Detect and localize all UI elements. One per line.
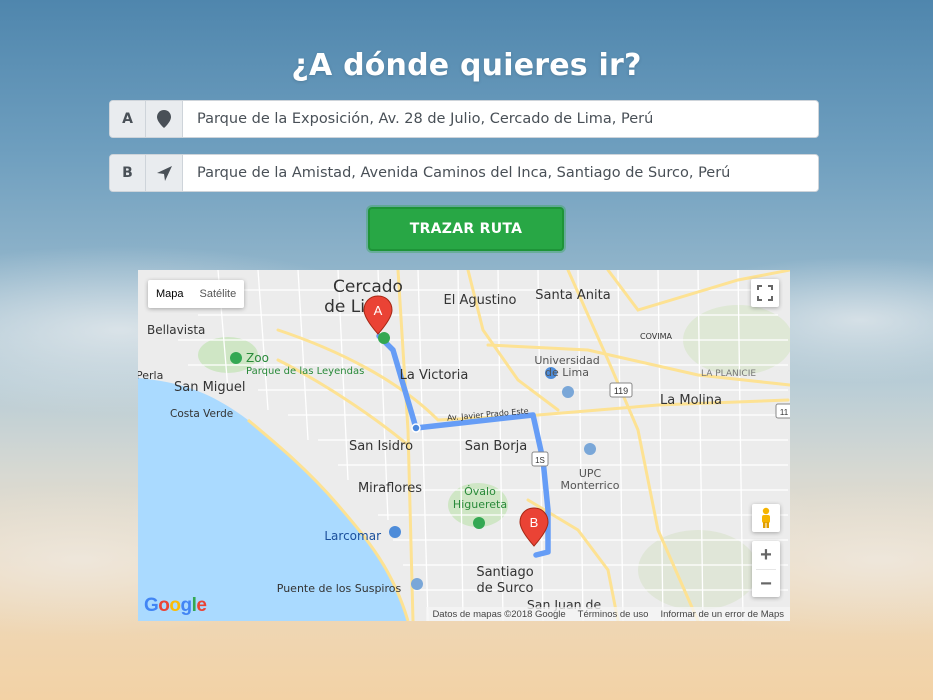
road-1s-label: 1S [535,456,545,465]
upc-poi-icon [584,443,596,455]
fullscreen-button[interactable] [751,279,779,307]
map-label: Miraflores [358,481,422,496]
page-title: ¿A dónde quieres ir? [291,48,642,83]
map-label: San Isidro [349,439,413,454]
map-label: LA PLANICIE [701,369,756,379]
road-11-label: 11 [780,408,789,417]
map-data-attribution: Datos de mapas ©2018 Google [432,608,566,620]
terms-link[interactable]: Términos de uso [572,609,655,620]
map-canvas[interactable]: 119 1S 11 Cercado de Lima El Agustino Sa… [138,270,790,621]
zoom-out-button[interactable]: − [752,570,780,598]
map-label: Zoo [246,351,269,365]
map-label: San Borja [465,439,527,454]
zoo-poi-icon [230,352,242,364]
report-error-link[interactable]: Informar de un error de Maps [654,609,790,620]
route-waypoint [411,423,421,433]
park-poi-icon [473,517,485,529]
trazar-ruta-button[interactable]: TRAZAR RUTA [368,207,564,251]
map-label: Higuereta [453,498,507,511]
map-label: Perla [138,369,163,382]
road-shield: 11 [775,403,790,419]
destination-letter: B [110,155,146,191]
map-label: de Lima [545,366,589,379]
park-poi-icon [378,332,390,344]
map-type-satellite-button[interactable]: Satélite [192,280,245,308]
origin-letter: A [110,101,146,137]
map-label: de Surco [476,581,533,596]
origin-field: A [109,100,819,138]
larcomar-poi-icon [389,526,401,538]
map-type-map-button[interactable]: Mapa [148,280,192,308]
map-label: Puente de los Suspiros [277,582,402,595]
fullscreen-icon [757,285,773,301]
puente-poi-icon [411,578,423,590]
map-label: El Agustino [443,293,516,308]
road-119-label: 119 [614,386,628,396]
zoom-in-button[interactable]: + [752,541,780,569]
map-label: COVIMA [640,332,672,341]
origin-input[interactable] [183,101,818,137]
map-label: La Victoria [400,368,469,383]
map-marker-icon [146,101,183,137]
map-label: La Molina [660,393,722,408]
street-view-pegman-button[interactable] [752,504,780,532]
google-logo[interactable]: Google [144,595,207,617]
map-label: Bellavista [147,323,205,337]
marker-a-label: A [374,303,383,318]
map-label: Monterrico [561,479,620,492]
location-arrow-icon [146,155,183,191]
road-shield: 119 [609,382,633,398]
map-label: Cercado [333,277,403,297]
map[interactable]: 119 1S 11 Cercado de Lima El Agustino Sa… [138,270,790,621]
university-poi-icon [562,386,574,398]
marker-b-label: B [530,515,539,530]
green-area [638,530,758,610]
pegman-icon [762,507,770,528]
map-type-control: Mapa Satélite [148,280,245,308]
map-label: Santa Anita [535,288,610,303]
map-label: San Miguel [174,380,246,395]
map-label: Santiago [476,565,533,580]
map-label: Óvalo [464,485,496,498]
destination-input[interactable] [183,155,818,191]
map-label: Costa Verde [170,408,233,420]
zoom-control: + − [752,541,780,597]
map-label: Parque de las Leyendas [246,366,364,377]
map-label: Larcomar [324,529,381,543]
map-footer: Datos de mapas ©2018 Google Términos de … [426,607,790,621]
destination-field: B [109,154,819,192]
road-shield: 1S [531,451,549,467]
